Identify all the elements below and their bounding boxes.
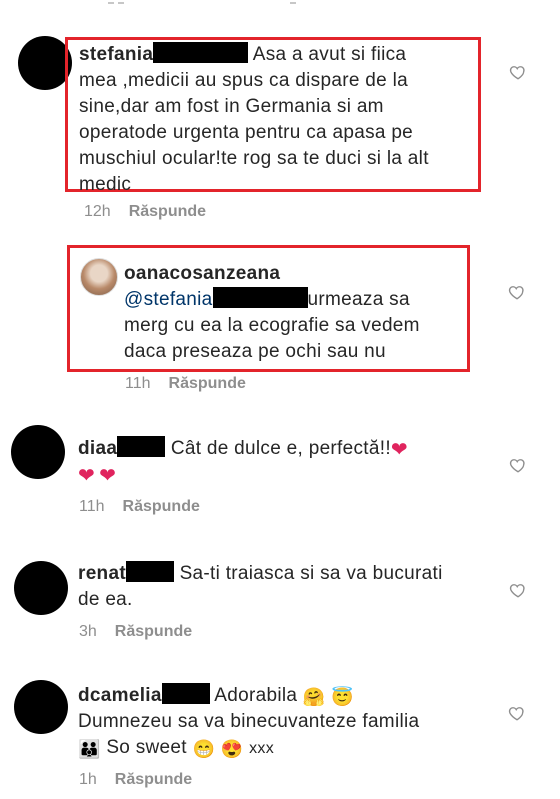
grinning-emoji: 😁 <box>192 739 216 759</box>
avatar[interactable] <box>14 561 68 615</box>
comment-body: dcamelia Adorabila 🤗 😇 Dumnezeu sa va bi… <box>78 683 518 762</box>
comment-text: Cât de dulce e, perfectă!! <box>170 438 391 459</box>
comment-text-line: de ea. <box>78 589 133 610</box>
comment-text-line: Adorabila <box>214 685 298 706</box>
comment-time: 1h <box>79 771 97 788</box>
comment-username[interactable]: dcamelia <box>78 685 162 706</box>
redacted-name <box>161 683 210 704</box>
reply-button[interactable]: Răspunde <box>129 203 206 220</box>
like-heart-icon[interactable] <box>508 704 526 722</box>
comment-body: renat Sa-ti traiasca si sa va bucurati d… <box>78 561 498 613</box>
redacted-name <box>125 561 174 582</box>
redacted-name <box>212 287 308 308</box>
comment-body: stefania Asa a avut si fiica mea ,medici… <box>79 42 474 198</box>
comment-meta: 12h Răspunde <box>84 203 206 221</box>
comment-username[interactable]: diaa <box>78 438 117 459</box>
comment-text-line: daca preseaza pe ochi sau nu <box>124 341 386 362</box>
comment-text-line: muschiul ocular!te rog sa te duci si la … <box>79 148 429 169</box>
family-emoji: 👪 <box>78 739 101 759</box>
comment-text-line: xxx <box>249 740 274 757</box>
avatar[interactable] <box>14 680 68 734</box>
comment-text-line: sine,dar am fost in Germania si am <box>79 96 384 117</box>
like-heart-icon[interactable] <box>509 456 527 474</box>
avatar[interactable] <box>18 36 72 90</box>
comment-text-line: medic <box>79 174 132 195</box>
avatar[interactable] <box>80 258 118 296</box>
comment-meta: 11h Răspunde <box>125 375 246 393</box>
red-heart-emoji: ❤ <box>99 465 117 487</box>
comment-username[interactable]: renat <box>78 563 126 584</box>
red-heart-emoji: ❤ <box>78 465 96 487</box>
comment-text-line: merg cu ea la ecografie sa vedem <box>124 315 420 336</box>
comment-text-line: Dumnezeu sa va binecuvanteze familia <box>78 711 420 732</box>
comment-time: 12h <box>84 203 111 220</box>
mention-link[interactable]: @stefania <box>124 289 213 310</box>
hugging-face-emoji: 🤗 <box>302 687 326 707</box>
heart-eyes-emoji: 😍 <box>220 739 244 759</box>
reply-button[interactable]: Răspunde <box>123 498 200 515</box>
comment-time: 3h <box>79 623 97 640</box>
comment-text-line: urmeaza sa <box>307 289 410 310</box>
comment-text-line: mea ,medicii au spus ca dispare de la <box>79 70 408 91</box>
reply-button[interactable]: Răspunde <box>115 771 192 788</box>
halo-smile-emoji: 😇 <box>331 687 354 707</box>
like-heart-icon[interactable] <box>508 283 526 301</box>
comment-username[interactable]: stefania <box>79 44 153 65</box>
comment-meta: 3h Răspunde <box>79 623 192 641</box>
like-heart-icon[interactable] <box>509 63 527 81</box>
comment-text-line: operatode urgenta pentru ca apasa pe <box>79 122 414 143</box>
avatar[interactable] <box>11 425 65 479</box>
redacted-name <box>117 436 166 457</box>
reply-button[interactable]: Răspunde <box>115 623 192 640</box>
comment-text-line: Sa-ti traiasca si sa va bucurati <box>179 563 443 584</box>
comment-text-line: Asa a avut si fiica <box>252 44 407 65</box>
comment-time: 11h <box>125 375 151 392</box>
comment-body: diaa Cât de dulce e, perfectă!!❤ ❤ ❤ <box>78 436 498 488</box>
previous-content-edge <box>0 0 560 14</box>
comment-text-line: So sweet <box>106 737 187 758</box>
comment-meta: 1h Răspunde <box>79 771 192 789</box>
comment-body: oanacosanzeana @stefania urmeaza sa merg … <box>124 261 464 365</box>
red-heart-emoji: ❤ <box>390 439 408 461</box>
comment-meta: 11h Răspunde <box>79 498 200 516</box>
like-heart-icon[interactable] <box>509 581 527 599</box>
comment-username[interactable]: oanacosanzeana <box>124 263 280 284</box>
redacted-name <box>153 42 249 63</box>
reply-button[interactable]: Răspunde <box>169 375 246 392</box>
comment-time: 11h <box>79 498 105 515</box>
